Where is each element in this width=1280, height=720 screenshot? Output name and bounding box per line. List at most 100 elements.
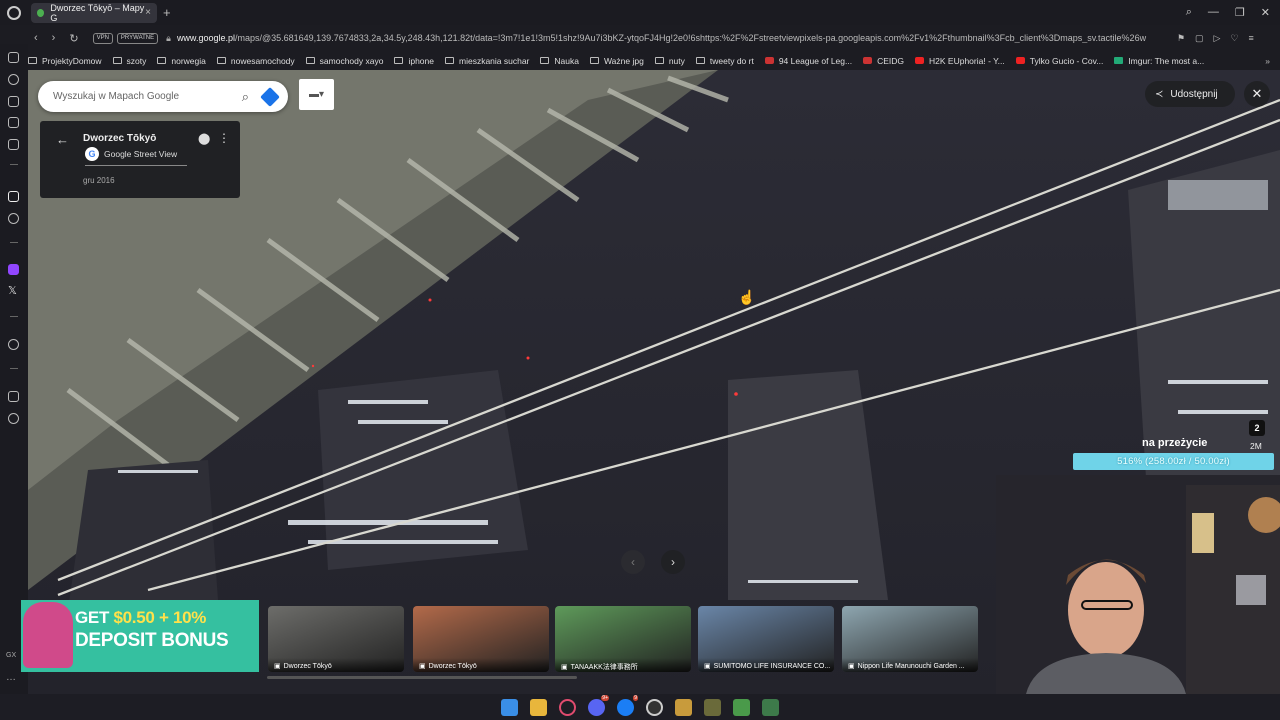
vpn-badge[interactable]: VPN xyxy=(92,32,113,44)
bookmark-item[interactable]: ProjektyDomow xyxy=(28,56,102,66)
lock-icon[interactable]: 🔒︎ xyxy=(166,33,171,44)
player-icon[interactable] xyxy=(8,339,19,350)
bookmark-icon[interactable]: ⚑ xyxy=(1177,33,1185,44)
url-field[interactable]: www.google.pl/maps/@35.681649,139.767483… xyxy=(177,33,1167,43)
ad-line-2: DEPOSIT BONUS xyxy=(75,630,229,651)
bookmark-item[interactable]: mieszkania suchar xyxy=(445,56,529,66)
new-tab-icon[interactable]: + xyxy=(163,5,171,20)
bookmark-item[interactable]: CEIDG xyxy=(863,56,904,66)
bookmark-item[interactable]: tweety do rt xyxy=(695,56,754,66)
source-underline xyxy=(85,165,187,166)
obs-icon[interactable] xyxy=(646,698,663,716)
extensions-icon[interactable] xyxy=(8,96,19,107)
bookmark-item[interactable]: Imgur: The most a... xyxy=(1114,56,1204,66)
close-window-icon[interactable]: ✕ xyxy=(1261,6,1270,19)
x-twitter-icon[interactable]: 𝕏 xyxy=(8,286,19,297)
photo-caption-text: Nippon Life Marunouchi Garden ... xyxy=(857,663,965,670)
more-bookmarks-icon[interactable]: » xyxy=(1265,56,1270,66)
photo-thumbnail[interactable]: ▣ TANAAKK法律事務所 xyxy=(555,606,691,672)
bookmark-item[interactable]: Tylko Gucio - Cov... xyxy=(1015,56,1103,66)
aria-icon[interactable] xyxy=(8,191,19,202)
bookmark-item[interactable]: samochody xayo xyxy=(305,56,383,66)
address-bar: ‹ › ↻ VPN PRYWATNE 🔒︎ www.google.pl/maps… xyxy=(28,27,1280,49)
close-street-view-button[interactable]: ✕ xyxy=(1244,81,1270,107)
ad-line-1: GET $0.50 + 10% xyxy=(75,608,207,627)
bookmark-label: Ważne jpg xyxy=(603,55,644,66)
twitch-icon[interactable] xyxy=(8,264,19,275)
league-icon xyxy=(764,57,774,64)
private-badge: PRYWATNE xyxy=(116,32,159,44)
snapshot-icon[interactable]: ▢ xyxy=(1195,33,1204,44)
reload-icon[interactable]: ↻ xyxy=(69,32,78,45)
back-icon[interactable]: ‹ xyxy=(34,32,38,45)
mods-icon[interactable] xyxy=(8,139,19,150)
share-button[interactable]: ≺ Udostępnij xyxy=(1145,81,1235,107)
forward-icon[interactable]: › xyxy=(52,32,56,45)
opera-gx-icon[interactable] xyxy=(559,698,576,716)
directions-icon[interactable] xyxy=(260,86,280,107)
game-icon[interactable] xyxy=(704,698,721,716)
search-input[interactable]: Wyszukaj w Mapach Google xyxy=(53,91,179,102)
bookmark-item[interactable]: nuty xyxy=(654,56,685,66)
menu-icon[interactable]: ≡ xyxy=(1249,33,1254,44)
bookmark-label: ProjektyDomow xyxy=(42,55,102,66)
player-icon[interactable]: ▷ xyxy=(1214,33,1221,44)
minimize-icon[interactable]: — xyxy=(1208,6,1219,19)
puzzle-icon[interactable] xyxy=(8,391,19,402)
bookmark-item[interactable]: iphone xyxy=(394,56,434,66)
webcam-overlay xyxy=(996,475,1280,694)
maps-search-box[interactable]: Wyszukaj w Mapach Google ⌕ xyxy=(38,81,288,112)
next-photo-button[interactable]: › xyxy=(661,550,685,574)
bookmark-item[interactable]: nowesamochody xyxy=(216,56,295,66)
messenger-icon[interactable]: 9 xyxy=(617,694,638,716)
place-title[interactable]: Dworzec Tōkyō xyxy=(83,133,156,144)
app-icon[interactable] xyxy=(762,698,779,716)
photo-thumbnail[interactable]: ▣ Dworzec Tōkyō xyxy=(268,606,404,672)
casino-ad-banner[interactable]: GET $0.50 + 10% DEPOSIT BONUS xyxy=(21,600,259,672)
gear-icon[interactable] xyxy=(8,413,19,424)
close-tab-icon[interactable]: × xyxy=(145,7,151,18)
bookmark-item[interactable]: norwegia xyxy=(157,56,206,66)
screen: Dworzec Tōkyō – Mapy G × + ⌕ — ❐ ✕ ‹ › ↻… xyxy=(0,0,1280,720)
photo-thumbnail[interactable]: ▣ Nippon Life Marunouchi Garden ... xyxy=(842,606,978,672)
bookmark-item[interactable]: H2K EUphoria! - Y... xyxy=(915,56,1005,66)
photo-strip-scrollbar[interactable] xyxy=(267,676,577,679)
photo-thumbnail[interactable]: ▣ Dworzec Tōkyō xyxy=(413,606,549,672)
capture-date[interactable]: gru 2016 xyxy=(83,176,115,185)
bookmark-item[interactable]: Ważne jpg xyxy=(589,55,644,66)
bookmark-item[interactable]: 94 League of Leg... xyxy=(764,56,852,66)
photo-thumbnail[interactable]: ▣ SUMITOMO LIFE INSURANCE CO... xyxy=(698,606,834,672)
minecraft-icon[interactable] xyxy=(733,698,750,716)
more-icon[interactable]: … xyxy=(6,672,16,683)
messenger-icon[interactable] xyxy=(8,52,19,63)
start-menu-icon[interactable] xyxy=(501,698,518,716)
notes-icon[interactable] xyxy=(8,117,19,128)
location-pin-icon[interactable]: ⬤ xyxy=(198,132,210,145)
previous-photo-button[interactable]: ‹ xyxy=(621,550,645,574)
browser-tab[interactable]: Dworzec Tōkyō – Mapy G × xyxy=(31,2,157,23)
stream-counter: 2 xyxy=(1249,420,1265,436)
more-options-icon[interactable]: ⋮ xyxy=(218,131,230,145)
camera-icon: ▣ xyxy=(848,663,855,670)
history-icon[interactable] xyxy=(8,74,19,85)
folder-icon xyxy=(28,57,37,64)
bookmark-label: Imgur: The most a... xyxy=(1128,55,1205,66)
settings-wheel-icon[interactable] xyxy=(8,213,19,224)
photo-caption-text: Dworzec Tōkyō xyxy=(283,663,332,670)
bookmark-item[interactable]: Nauka xyxy=(540,56,579,66)
layers-button[interactable]: ▬▾ xyxy=(299,79,334,110)
opera-logo-icon[interactable] xyxy=(7,5,21,20)
league-client-icon[interactable] xyxy=(675,698,692,716)
back-arrow-icon[interactable]: ← xyxy=(56,132,69,147)
discord-icon[interactable]: 9+ xyxy=(588,694,609,716)
maximize-icon[interactable]: ❐ xyxy=(1235,6,1245,19)
stream-counter-sub: 2M xyxy=(1250,441,1262,451)
file-explorer-icon[interactable] xyxy=(530,698,547,716)
sidebar-divider xyxy=(10,242,18,243)
bookmark-item[interactable]: szoty xyxy=(112,56,146,66)
photo-caption: ▣ Dworzec Tōkyō xyxy=(413,658,549,672)
search-icon[interactable]: ⌕ xyxy=(1186,6,1192,19)
search-icon[interactable]: ⌕ xyxy=(242,89,249,105)
heart-icon[interactable]: ♡ xyxy=(1230,33,1238,44)
folder-icon xyxy=(394,57,404,64)
